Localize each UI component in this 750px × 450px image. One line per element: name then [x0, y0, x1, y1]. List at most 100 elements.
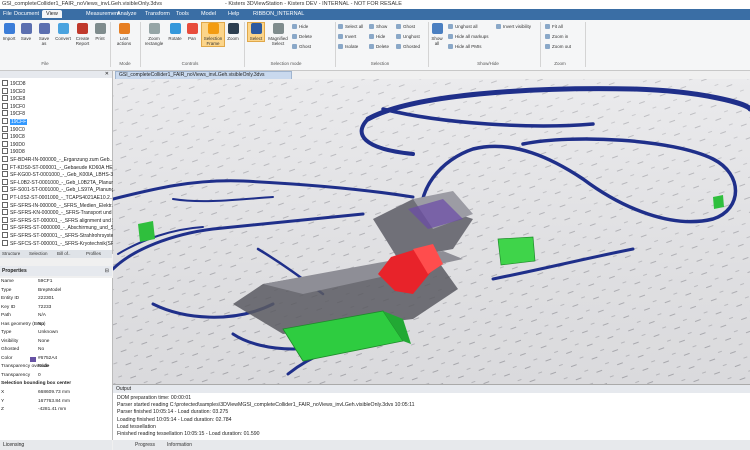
hide-button[interactable]: Hide — [369, 34, 385, 39]
checkbox-icon[interactable] — [2, 186, 8, 193]
tab-structure[interactable]: Structure — [2, 251, 20, 256]
checkbox-icon[interactable] — [2, 201, 8, 208]
menu-ribbon-internal[interactable]: RIBBON_INTERNAL — [253, 11, 304, 17]
checkbox-icon[interactable] — [2, 163, 8, 170]
import-button[interactable]: Import — [2, 23, 16, 41]
menu-analyze[interactable]: Analyze — [117, 11, 137, 17]
tree-item[interactable]: SF-SFRS-ST-000001_-_SFRS-Strahlrohrsyste… — [2, 232, 120, 239]
ghosted-button[interactable]: Ghosted — [396, 44, 420, 49]
tree-item[interactable]: 19CFF — [2, 118, 28, 125]
tree-item[interactable]: SF-SFRS-KN-000000_-_SFRS-Transport und L… — [2, 209, 121, 216]
checkbox-icon[interactable] — [2, 80, 8, 86]
sel-hide-button[interactable]: Hide — [292, 24, 308, 29]
tree-item[interactable]: 19CD8 — [2, 80, 26, 87]
checkbox-icon[interactable] — [2, 102, 8, 109]
checkbox-icon[interactable] — [2, 232, 8, 238]
unghost-all-button[interactable]: Unghost all — [448, 24, 478, 29]
tab-selection[interactable]: Selection — [29, 251, 48, 256]
print-button[interactable]: Print — [93, 23, 107, 41]
ghost-button[interactable]: Ghost — [396, 24, 415, 29]
green-block-far-right[interactable] — [713, 195, 724, 209]
selection-frame-button[interactable]: Selection Frame — [201, 22, 225, 47]
select-all-button[interactable]: Select all — [338, 24, 363, 29]
pin-icon[interactable]: ⊟ — [105, 268, 109, 274]
hide-all-markups-button[interactable]: Hide all markups — [448, 34, 489, 39]
green-block-left[interactable] — [138, 221, 155, 242]
invert-visibility-button[interactable]: Invert visibility — [496, 24, 531, 29]
checkbox-icon[interactable] — [2, 110, 8, 117]
tab-bill-of-materials[interactable]: Bill of.. — [57, 251, 71, 256]
checkbox-icon[interactable] — [2, 224, 8, 231]
tree-item[interactable]: 19CF0 — [2, 102, 25, 110]
checkbox-icon[interactable] — [2, 209, 8, 216]
checkbox-icon[interactable] — [2, 140, 8, 147]
tab-information[interactable]: Information — [167, 442, 192, 448]
create-report-button[interactable]: Create Report — [74, 23, 91, 46]
color-swatch[interactable] — [30, 356, 36, 362]
tree-item[interactable]: SF-SFRS-ST-000001_-_SFRS alignment und S… — [2, 216, 121, 224]
magnified-select-button[interactable]: Magnified Select — [266, 23, 290, 46]
pan-button[interactable]: Pan — [185, 23, 199, 41]
checkbox-icon[interactable] — [2, 156, 8, 162]
checkbox-icon[interactable] — [2, 239, 8, 246]
checkbox-icon[interactable] — [2, 133, 8, 140]
tab-progress[interactable]: Progress — [135, 442, 155, 448]
convert-button[interactable]: Convert — [55, 23, 71, 41]
zoom-in-button[interactable]: Zoom in — [545, 34, 568, 39]
tree-item[interactable]: SF-BD4R-IN-000000_-_Erganzung zum Geb.. — [2, 156, 112, 163]
save-button[interactable]: Save — [19, 23, 33, 41]
tree-item[interactable]: SF-SFCS-ST-000001_-_SFRS-Kryotechnik(SFR… — [2, 239, 124, 247]
rotate-button[interactable]: Rotate — [167, 23, 183, 41]
zoom-button[interactable]: Zoom — [226, 23, 240, 41]
sel-ghost-button[interactable]: Ghost — [292, 44, 311, 49]
checkbox-icon[interactable] — [2, 171, 8, 178]
fit-all-button[interactable]: Fit all — [545, 24, 563, 29]
tree-item[interactable]: 19CE0 — [2, 87, 25, 95]
tree-item[interactable]: SF-SFRS-IN-000000_-_SFRS_Medien_Elektr.. — [2, 201, 114, 209]
zoom-out-button[interactable]: Zoom out — [545, 44, 571, 49]
tree-item[interactable]: 19CF8 — [2, 110, 25, 117]
delete-button[interactable]: Delete — [369, 44, 389, 49]
menu-view[interactable]: View — [42, 10, 62, 18]
show-button[interactable]: Show — [369, 24, 387, 29]
tree-item[interactable]: 190C8 — [2, 133, 25, 140]
checkbox-icon[interactable] — [2, 216, 8, 223]
isolate-button[interactable]: Isolate — [338, 44, 358, 49]
menu-model[interactable]: Model — [201, 11, 216, 17]
close-icon[interactable]: ✕ — [105, 71, 109, 77]
tree-item[interactable]: FT-KDS0-ST-000001_-_Gebaeude KD60A HE.. — [2, 163, 115, 171]
zoom-rectangle-button[interactable]: Zoom rectangle — [143, 23, 165, 46]
tree-item[interactable]: PT-L0S2-ST-0001000_-_TCAPS4021AE10.2.. — [2, 194, 113, 201]
save-as-button[interactable]: Save as — [37, 23, 51, 46]
sel-delete-button[interactable]: Delete — [292, 34, 312, 39]
tree-item[interactable]: SF-SFRS-ST-0000000_-_Abschirmung_und_Sh.… — [2, 224, 120, 231]
checkbox-icon[interactable] — [2, 148, 8, 155]
checkbox-icon[interactable] — [2, 118, 8, 124]
3d-scene[interactable] — [113, 79, 750, 384]
hide-all-pmis-button[interactable]: Hide all PMIs — [448, 44, 482, 49]
tree-item[interactable]: 190C0 — [2, 125, 25, 133]
last-actions-button[interactable]: Last actions — [113, 23, 135, 46]
unghost-button[interactable]: Unghost — [396, 34, 420, 39]
tree-item[interactable]: SF-S001-ST-0001000_-_Geb_LS97A_Planungs.… — [2, 186, 120, 193]
checkbox-icon[interactable] — [2, 95, 8, 102]
green-block-right[interactable] — [497, 236, 536, 266]
invert-button[interactable]: Invert — [338, 34, 356, 39]
tree-item[interactable]: 19CE8 — [2, 95, 25, 102]
tree-item[interactable]: SF-L0B2-ST-0001000_-_Geb_L0B2TA_Planungs… — [2, 178, 122, 186]
menu-tools[interactable]: Tools — [176, 11, 189, 17]
checkbox-icon[interactable] — [2, 178, 8, 185]
show-all-button[interactable]: Show all — [430, 23, 444, 46]
checkbox-icon[interactable] — [2, 87, 8, 94]
tree-item[interactable]: 190D0 — [2, 140, 25, 148]
menu-help[interactable]: Help — [228, 11, 239, 17]
3d-viewport[interactable] — [113, 79, 750, 384]
checkbox-icon[interactable] — [2, 194, 8, 200]
menu-document[interactable]: Document — [14, 11, 39, 17]
checkbox-icon[interactable] — [2, 125, 8, 132]
tree-item[interactable]: 190D8 — [2, 148, 25, 155]
menu-measurement[interactable]: Measurement — [86, 11, 120, 17]
menu-transform[interactable]: Transform — [145, 11, 170, 17]
tab-profiles[interactable]: Profiles — [86, 251, 101, 256]
tree-item[interactable]: SF-KG00-ST-0001000_-_Geb_K00IA_LBHS-3_H.… — [2, 171, 122, 178]
